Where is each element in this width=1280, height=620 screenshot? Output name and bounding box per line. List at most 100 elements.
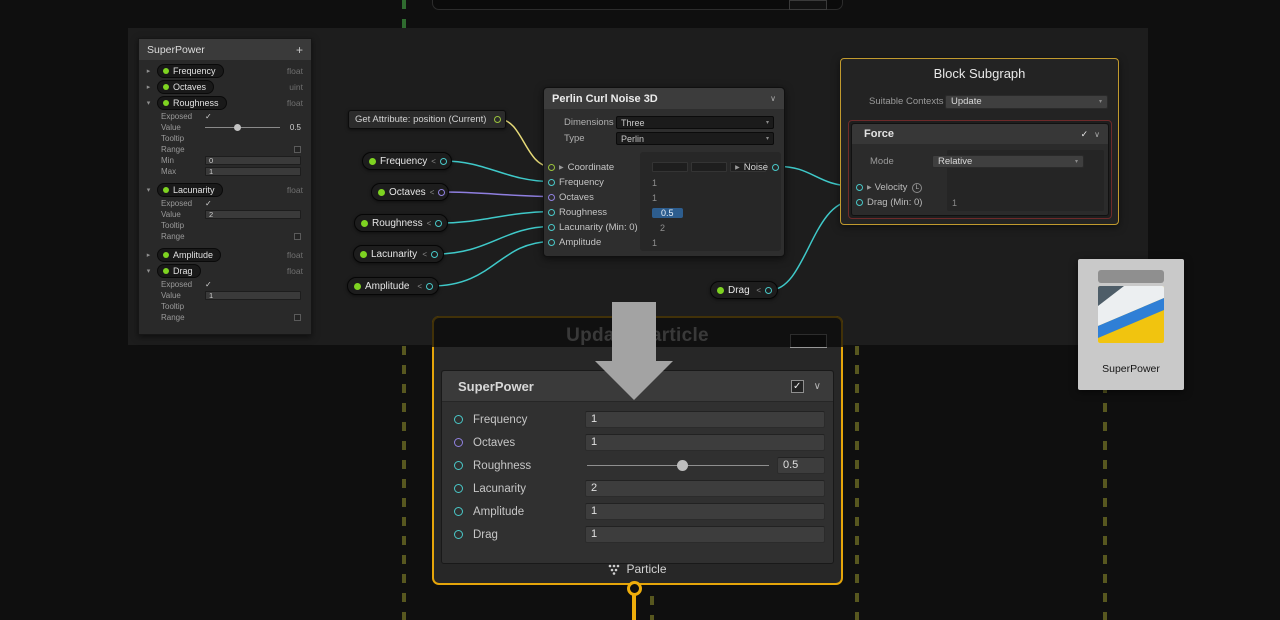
- amplitude-value[interactable]: 1: [652, 238, 657, 248]
- roughness-value[interactable]: 0.5: [652, 208, 683, 218]
- lacunarity-field[interactable]: 2: [585, 480, 825, 497]
- output-port[interactable]: [426, 283, 433, 290]
- param-node-frequency[interactable]: Frequency<: [362, 152, 452, 170]
- range-checkbox[interactable]: [294, 146, 301, 153]
- input-port[interactable]: [454, 415, 463, 424]
- property-pill[interactable]: Drag: [157, 264, 201, 278]
- drag-value[interactable]: 1: [952, 198, 957, 208]
- node-header[interactable]: Perlin Curl Noise 3D ∨: [544, 88, 784, 109]
- range-checkbox[interactable]: [294, 314, 301, 321]
- input-port[interactable]: [454, 530, 463, 539]
- slider-handle[interactable]: [677, 460, 688, 471]
- input-port[interactable]: [548, 209, 555, 216]
- param-node-amplitude[interactable]: Amplitude<: [347, 277, 439, 295]
- property-pill[interactable]: Amplitude: [157, 248, 221, 262]
- subgraph-asset-card[interactable]: SuperPower: [1078, 259, 1184, 390]
- collapse-icon[interactable]: <: [422, 250, 427, 259]
- collapse-icon[interactable]: <: [756, 286, 761, 295]
- check-icon[interactable]: ✓: [205, 112, 212, 121]
- collapse-icon[interactable]: <: [431, 157, 436, 166]
- value-field[interactable]: 1: [205, 291, 301, 300]
- param-node-roughness[interactable]: Roughness<: [354, 214, 448, 232]
- roughness-field[interactable]: 0.5: [777, 457, 825, 474]
- value-field[interactable]: 2: [205, 210, 301, 219]
- force-block[interactable]: Force ✓ ∨ Mode Relative▾ ▶ Velocity L: [851, 123, 1109, 216]
- property-pill[interactable]: Octaves: [157, 80, 214, 94]
- octaves-field[interactable]: 1: [585, 434, 825, 451]
- input-port[interactable]: [548, 179, 555, 186]
- collapse-icon[interactable]: <: [417, 282, 422, 291]
- collapse-icon[interactable]: <: [427, 219, 432, 228]
- output-port[interactable]: [772, 164, 779, 171]
- expand-icon[interactable]: ▶: [559, 164, 564, 171]
- property-row-drag[interactable]: ▾ Drag float: [139, 263, 311, 279]
- input-port[interactable]: [548, 239, 555, 246]
- force-header[interactable]: Force ✓ ∨: [852, 124, 1108, 144]
- chevron-down-icon[interactable]: ∨: [770, 94, 776, 103]
- mode-dropdown[interactable]: Relative▾: [932, 155, 1084, 168]
- output-port[interactable]: [765, 287, 772, 294]
- property-pill[interactable]: Frequency: [157, 64, 224, 78]
- add-property-button[interactable]: +: [296, 43, 303, 57]
- collapse-icon[interactable]: <: [430, 188, 435, 197]
- fold-closed-icon[interactable]: ▸: [144, 251, 153, 259]
- input-port[interactable]: [454, 484, 463, 493]
- fold-closed-icon[interactable]: ▸: [144, 83, 153, 91]
- slider-handle[interactable]: [234, 124, 241, 131]
- min-field[interactable]: 0: [205, 156, 301, 165]
- block-enabled-checkbox[interactable]: ✓: [791, 380, 804, 393]
- drag-field[interactable]: 1: [585, 526, 825, 543]
- param-node-lacunarity[interactable]: Lacunarity<: [353, 245, 444, 263]
- fold-open-icon[interactable]: ▾: [144, 186, 153, 194]
- property-pill[interactable]: Roughness: [157, 96, 227, 110]
- lacunarity-value[interactable]: 2: [660, 223, 665, 233]
- amplitude-field[interactable]: 1: [585, 503, 825, 520]
- param-node-drag[interactable]: Drag<: [710, 281, 778, 299]
- block-subgraph-panel[interactable]: Block Subgraph Suitable Contexts Update▾…: [840, 58, 1119, 225]
- property-row-frequency[interactable]: ▸ Frequency float: [139, 63, 311, 79]
- value-slider[interactable]: [205, 123, 282, 132]
- param-node-octaves[interactable]: Octaves<: [371, 183, 449, 201]
- get-attribute-node[interactable]: Get Attribute: position (Current): [348, 110, 506, 129]
- frequency-field[interactable]: 1: [585, 411, 825, 428]
- expand-icon[interactable]: ▶: [867, 184, 872, 191]
- input-port[interactable]: [548, 194, 555, 201]
- property-pill[interactable]: Lacunarity: [157, 183, 223, 197]
- output-port[interactable]: [431, 251, 438, 258]
- caret-down-icon: ▾: [766, 119, 769, 126]
- range-checkbox[interactable]: [294, 233, 301, 240]
- property-row-roughness[interactable]: ▾ Roughness float: [139, 95, 311, 111]
- param-dot-icon: [361, 220, 368, 227]
- input-port[interactable]: [856, 199, 863, 206]
- dimensions-dropdown[interactable]: Three▾: [616, 116, 774, 129]
- input-port[interactable]: [548, 164, 555, 171]
- input-port[interactable]: [454, 461, 463, 470]
- property-row-octaves[interactable]: ▸ Octaves uint: [139, 79, 311, 95]
- input-port[interactable]: [548, 224, 555, 231]
- output-port[interactable]: [494, 116, 501, 123]
- input-port[interactable]: [454, 438, 463, 447]
- octaves-value[interactable]: 1: [652, 193, 657, 203]
- fold-closed-icon[interactable]: ▸: [144, 67, 153, 75]
- frequency-value[interactable]: 1: [652, 178, 657, 188]
- output-port[interactable]: [440, 158, 447, 165]
- property-row-lacunarity[interactable]: ▾ Lacunarity float: [139, 182, 311, 198]
- perlin-curl-noise-node[interactable]: Perlin Curl Noise 3D ∨ Dimensions Three▾…: [543, 87, 785, 257]
- input-port[interactable]: [454, 507, 463, 516]
- type-dropdown[interactable]: Perlin▾: [616, 132, 774, 145]
- roughness-slider[interactable]: [585, 457, 771, 474]
- check-icon[interactable]: ✓: [205, 199, 212, 208]
- fold-open-icon[interactable]: ▾: [144, 99, 153, 107]
- property-row-amplitude[interactable]: ▸ Amplitude float: [139, 247, 311, 263]
- context-flow-anchor[interactable]: [627, 581, 642, 596]
- input-port[interactable]: [856, 184, 863, 191]
- max-field[interactable]: 1: [205, 167, 301, 176]
- output-port[interactable]: [438, 189, 445, 196]
- output-port[interactable]: [435, 220, 442, 227]
- chevron-down-icon[interactable]: ∨: [814, 381, 821, 392]
- force-enabled-checkbox[interactable]: ✓: [1081, 129, 1089, 140]
- check-icon[interactable]: ✓: [205, 280, 212, 289]
- suitable-contexts-dropdown[interactable]: Update▾: [945, 95, 1108, 109]
- chevron-down-icon[interactable]: ∨: [1094, 130, 1100, 139]
- fold-open-icon[interactable]: ▾: [144, 267, 153, 275]
